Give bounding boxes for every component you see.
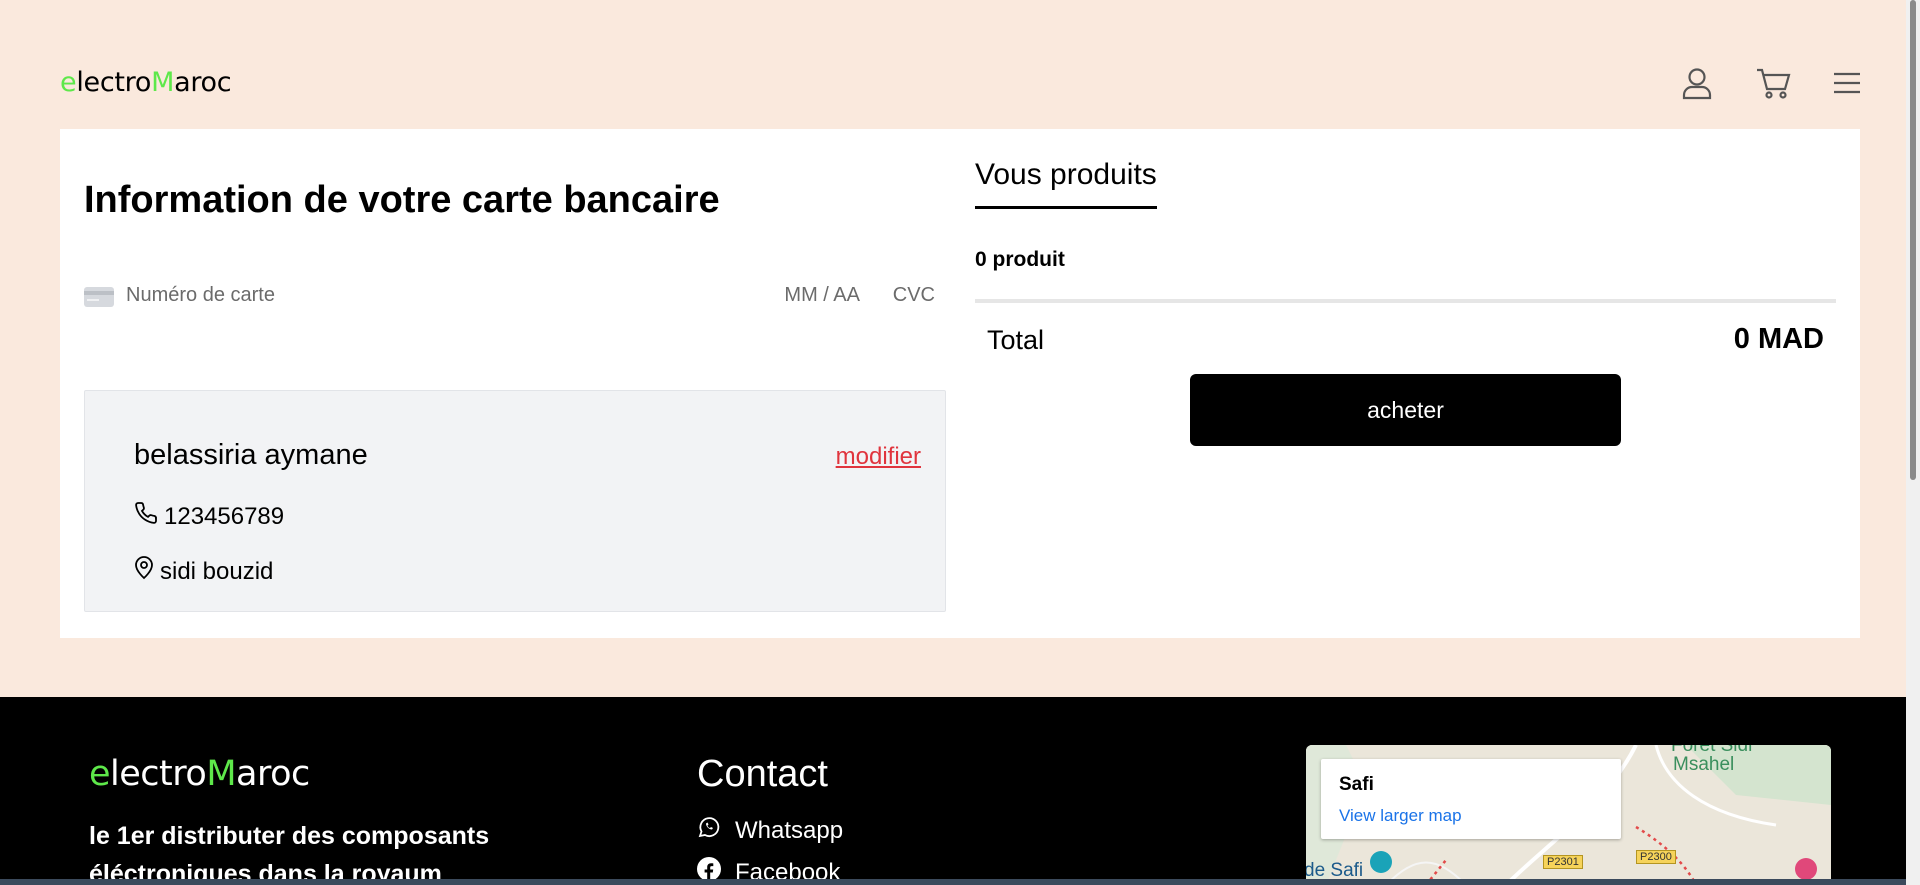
- footer-description: le 1er distributer des composants éléctr…: [89, 822, 490, 885]
- cart-summary: Vous produits 0 produit Total 0 MAD ache…: [975, 129, 1836, 638]
- logo-letter-e: e: [89, 754, 111, 794]
- logo-part: aroc: [174, 67, 232, 98]
- city-name: sidi bouzid: [160, 557, 274, 585]
- map-place-name: Safi: [1339, 774, 1374, 795]
- view-larger-map-link[interactable]: View larger map: [1339, 806, 1462, 826]
- whatsapp-label: Whatsapp: [735, 816, 844, 844]
- product-count: 0 produit: [975, 248, 1065, 271]
- scrollbar[interactable]: [1906, 0, 1920, 885]
- taskbar-edge: [0, 879, 1906, 885]
- phone-number: 123456789: [164, 502, 285, 530]
- user-icon[interactable]: [1680, 66, 1714, 100]
- cvc-placeholder[interactable]: CVC: [893, 284, 935, 307]
- phone-icon: [134, 501, 158, 532]
- address-box: belassiria aymane modifier 123456789 sid…: [84, 390, 946, 612]
- menu-icon[interactable]: [1831, 66, 1865, 100]
- map-label-msahel: Msahel: [1673, 754, 1735, 775]
- customer-name: belassiria aymane: [134, 439, 368, 471]
- city-row: sidi bouzid: [134, 556, 273, 587]
- contact-title: Contact: [697, 753, 828, 795]
- logo-letter-m: M: [206, 754, 237, 794]
- logo-letter-m: M: [151, 67, 175, 98]
- total-label: Total: [987, 325, 1045, 355]
- phone-row: 123456789: [134, 501, 284, 532]
- logo-letter-e: e: [60, 67, 77, 98]
- whatsapp-icon: [697, 815, 721, 846]
- footer: electroMaroc le 1er distributer des comp…: [0, 697, 1920, 885]
- map-embed[interactable]: Forêt Sidi Msahel de Safi P2301 P2300 Sa…: [1306, 745, 1831, 885]
- total-value: 0 MAD: [1733, 323, 1824, 355]
- logo-part: aroc: [236, 754, 310, 794]
- footer-logo[interactable]: electroMaroc: [89, 754, 310, 794]
- edit-address-link[interactable]: modifier: [836, 443, 921, 471]
- card-number-placeholder[interactable]: Numéro de carte: [126, 284, 275, 307]
- header: electroMaroc: [0, 0, 1920, 128]
- buy-button[interactable]: acheter: [1190, 374, 1621, 446]
- road-label: P2300: [1636, 850, 1676, 864]
- logo-part: lectro: [76, 67, 152, 98]
- expiry-placeholder[interactable]: MM / AA: [784, 284, 860, 307]
- checkout-card: Information de votre carte bancaire Numé…: [60, 129, 1860, 638]
- card-input[interactable]: Numéro de carte MM / AA CVC: [84, 283, 935, 311]
- payment-title: Information de votre carte bancaire: [84, 179, 720, 221]
- credit-card-icon: [84, 287, 114, 313]
- divider: [975, 299, 1836, 303]
- road-label: P2301: [1543, 855, 1583, 869]
- scrollbar-thumb[interactable]: [1910, 0, 1916, 480]
- location-pin-icon: [134, 556, 154, 587]
- logo[interactable]: electroMaroc: [60, 67, 232, 98]
- whatsapp-link[interactable]: Whatsapp: [697, 815, 843, 846]
- tab-products[interactable]: Vous produits: [975, 158, 1157, 209]
- logo-part: lectro: [110, 754, 207, 794]
- map-info-box: Safi View larger map: [1321, 759, 1621, 839]
- cart-icon[interactable]: [1755, 66, 1791, 100]
